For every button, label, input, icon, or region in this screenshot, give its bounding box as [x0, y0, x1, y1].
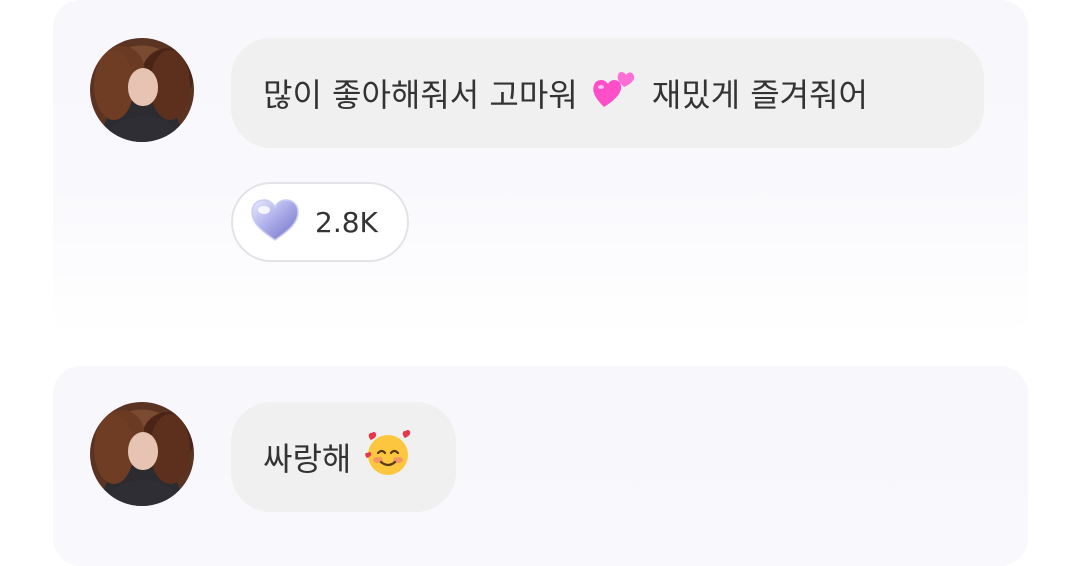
- sender-avatar[interactable]: [90, 38, 194, 142]
- message-text: 많이 좋아해줘서 고마워: [263, 76, 578, 114]
- message-text: 싸랑해: [263, 440, 352, 478]
- message-text: 재밌게 즐겨줘어: [651, 76, 869, 114]
- message-bubble[interactable]: 많이 좋아해줘서 고마워 재밌게 즐겨줘어: [231, 38, 984, 148]
- reaction-button[interactable]: 2.8K: [231, 182, 409, 262]
- message-card-2: 싸랑해: [53, 366, 1028, 566]
- smiling-face-with-hearts-icon: [363, 428, 413, 486]
- two-hearts-icon: [590, 67, 638, 119]
- crystal-heart-icon: [249, 197, 301, 247]
- sender-avatar[interactable]: [90, 402, 194, 506]
- message-bubble[interactable]: 싸랑해: [231, 402, 456, 512]
- reaction-count: 2.8K: [315, 205, 378, 239]
- message-card-1: 많이 좋아해줘서 고마워 재밌게 즐겨줘어 2.8K: [53, 0, 1028, 336]
